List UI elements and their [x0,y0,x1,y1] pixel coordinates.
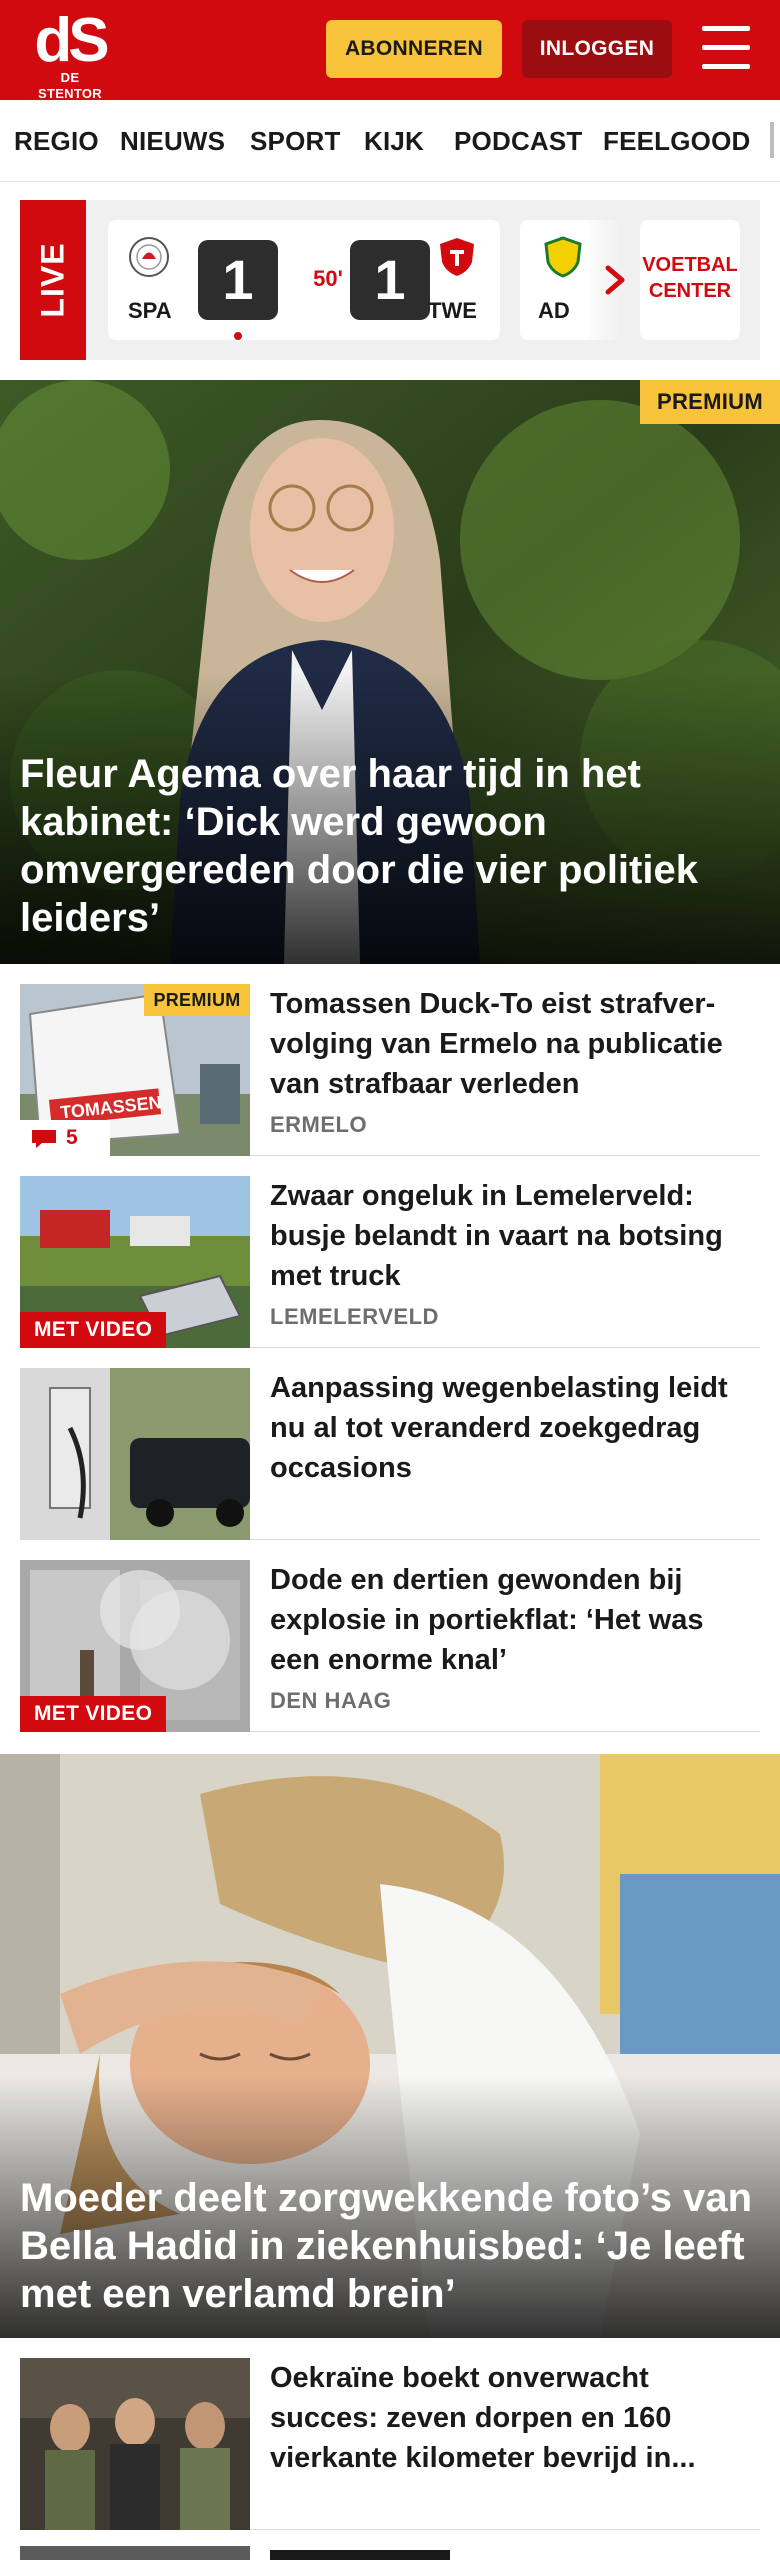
site-logo[interactable]: dS DE STENTOR [30,6,110,102]
home-score: 1 [198,240,278,320]
section-nav: REGIO NIEUWS SPORT KIJK PODCAST FEELGOOD [0,100,780,182]
match-minute: 50' [313,266,343,291]
article-thumbnail: MET VIDEO [20,1560,250,1732]
article-list-item[interactable]: Oekraïne boekt onverwacht succes: zeven … [20,2338,760,2530]
premium-badge: PREMIUM [144,984,250,1016]
live-label: LIVE [20,200,86,360]
voetbal-center-label-1: VOETBAL [642,254,738,276]
chevron-right-icon [605,265,625,295]
article-title: Dode en dertien gewonden bij explosie in… [270,1564,704,1676]
voetbal-center-link[interactable]: VOETBAL CENTER [640,220,740,340]
nav-item-regio[interactable]: REGIO [14,100,99,181]
article-title: Oekraïne boekt onverwacht succes: zeven … [270,2362,696,2474]
hero-article[interactable]: PREMIUM Fleur Agema over haar tijd in he… [0,380,780,964]
article-location: ERMELO [270,1112,368,1137]
live-match-card[interactable]: SPA 1 50' 1 TWE [108,220,500,342]
nav-item-kijk[interactable]: KIJK [364,100,424,181]
featured-article[interactable]: Moeder deelt zorgwekkende foto’s van Bel… [0,1754,780,2338]
hamburger-menu-icon[interactable] [702,26,750,70]
hero-title: Fleur Agema over haar tijd in het kabine… [20,752,698,940]
article-title: Aanpassing wegenbelasting leidt nu al to… [270,1372,728,1484]
login-button[interactable]: INLOGGEN [522,20,672,78]
next-article-title-partial [270,2550,450,2560]
subscribe-button[interactable]: ABONNEREN [326,20,502,78]
article-image [20,2358,250,2530]
comment-count: 5 [66,1126,78,1149]
nav-item-podcast[interactable]: PODCAST [454,100,583,181]
article-thumbnail [20,2358,250,2530]
ado-logo-icon [544,236,582,278]
voetbal-center-label-2: CENTER [648,280,732,302]
top-header: dS DE STENTOR ABONNEREN INLOGGEN [0,0,780,102]
article-thumbnail: TOMASSEN 5 PREMIUM [20,984,250,1156]
comment-icon [32,1130,56,1148]
article-title: Zwaar ongeluk in Lemelerveld: busje bela… [270,1180,723,1292]
video-badge: MET VIDEO [20,1696,167,1732]
next-team-name: AD [538,298,570,323]
premium-badge: PREMIUM [640,380,780,424]
comment-count-badge[interactable]: 5 [20,1120,110,1156]
live-indicator-dot [232,330,244,342]
nav-overflow-indicator [770,122,774,158]
home-team-name: SPA [128,298,172,323]
nav-item-feelgood[interactable]: FEELGOOD [603,100,751,181]
article-location: LEMELERVELD [270,1304,439,1329]
away-team-name: TWE [428,298,477,323]
article-image [20,1368,250,1540]
article-thumbnail [20,1368,250,1540]
away-score: 1 [350,240,430,320]
article-thumbnail: MET VIDEO [20,1176,250,1348]
article-title: Tomassen Duck-To eist strafver- volging … [270,988,723,1100]
featured-title: Moeder deelt zorgwekkende foto’s van Bel… [20,2176,753,2316]
nav-item-sport[interactable]: SPORT [250,100,341,181]
twente-logo-icon [440,238,474,276]
logo-mark: dS [34,6,109,75]
article-list-item[interactable]: MET VIDEO Dode en dertien gewonden bij e… [20,1540,760,1732]
sparta-logo-icon [129,237,169,277]
scroll-right-button[interactable] [590,220,640,340]
nav-item-nieuws[interactable]: NIEUWS [120,100,225,181]
article-list-item[interactable]: MET VIDEO Zwaar ongeluk in Lemelerveld: … [20,1156,760,1348]
video-badge: MET VIDEO [20,1312,167,1348]
live-scores-strip: LIVE SPA 1 50' 1 TWE AD VOETBAL CENTER [20,200,760,360]
article-list-item[interactable]: Aanpassing wegenbelasting leidt nu al to… [20,1348,760,1540]
article-location: DEN HAAG [270,1688,392,1713]
next-article-thumbnail-partial [20,2546,250,2560]
article-list-item[interactable]: TOMASSEN 5 PREMIUM Tomassen Duck-To eist… [20,964,760,1156]
